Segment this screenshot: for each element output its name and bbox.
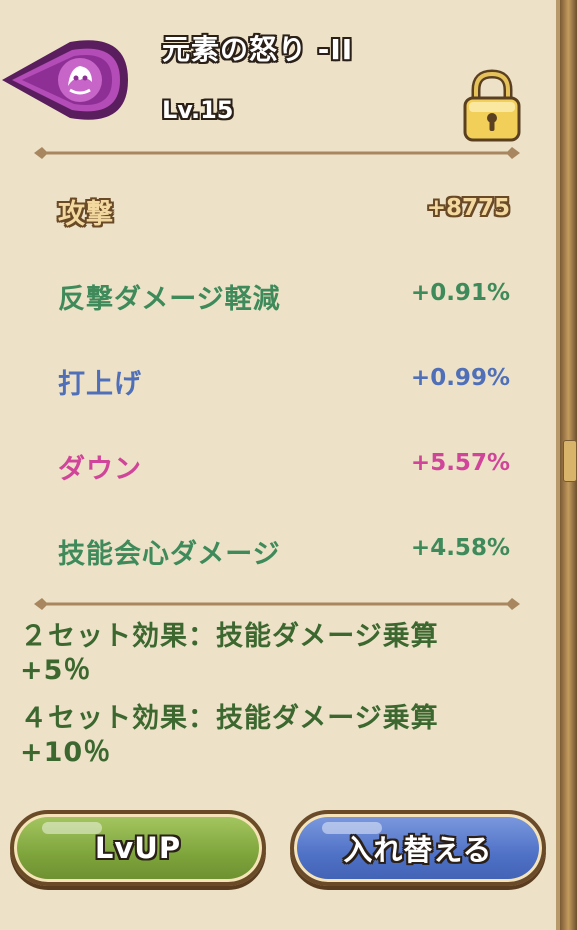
stat-row-skill-crit-damage: 技能会心ダメージ +4.58%: [58, 532, 510, 572]
lvup-button-label: LvUP: [94, 831, 182, 865]
stat-value: +0.99%: [410, 365, 510, 391]
ornament-divider: [34, 598, 520, 610]
stat-value: +4.58%: [410, 535, 510, 561]
set-effect-value: +5％: [20, 655, 92, 686]
set-effect-value: +10％: [20, 737, 112, 768]
swap-button[interactable]: 入れ替える: [290, 810, 546, 886]
stat-name: 打上げ: [58, 369, 142, 400]
stat-row-down: ダウン +5.57%: [58, 447, 510, 487]
set-effect-text: ４セット効果：技能ダメージ乗算: [20, 703, 439, 734]
button-shine: [42, 822, 102, 834]
padlock-icon[interactable]: [460, 68, 524, 144]
stat-value: +5.57%: [410, 450, 510, 476]
button-shine: [322, 822, 382, 834]
stat-row-counter-damage-reduction: 反撃ダメージ軽減 +0.91%: [58, 277, 510, 317]
stat-row-attack: 攻撃 +8775: [58, 192, 510, 232]
side-frame: [560, 0, 577, 930]
stat-value: +8775: [426, 195, 510, 221]
side-tab[interactable]: [563, 440, 577, 482]
lvup-button[interactable]: LvUP: [10, 810, 266, 886]
stat-name: 技能会心ダメージ: [58, 539, 281, 570]
purple-crest-icon: [2, 40, 128, 120]
stat-name: ダウン: [58, 454, 142, 485]
set-effect-4: ４セット効果：技能ダメージ乗算 +10％: [20, 702, 520, 770]
ornament-divider: [34, 147, 520, 159]
equipment-detail-panel: 元素の怒り -II Lv.15 攻撃 +8775 反撃ダメージ軽減 +0.91%…: [0, 0, 560, 930]
stat-name: 攻撃: [58, 199, 114, 230]
equipment-title: 元素の怒り -II: [162, 33, 354, 66]
equipment-level: Lv.15: [162, 96, 234, 124]
stat-row-launch: 打上げ +0.99%: [58, 362, 510, 402]
set-effect-text: ２セット効果：技能ダメージ乗算: [20, 621, 439, 652]
set-effect-2: ２セット効果：技能ダメージ乗算 +5％: [20, 620, 520, 688]
stat-name: 反撃ダメージ軽減: [58, 284, 281, 315]
stat-value: +0.91%: [410, 280, 510, 306]
